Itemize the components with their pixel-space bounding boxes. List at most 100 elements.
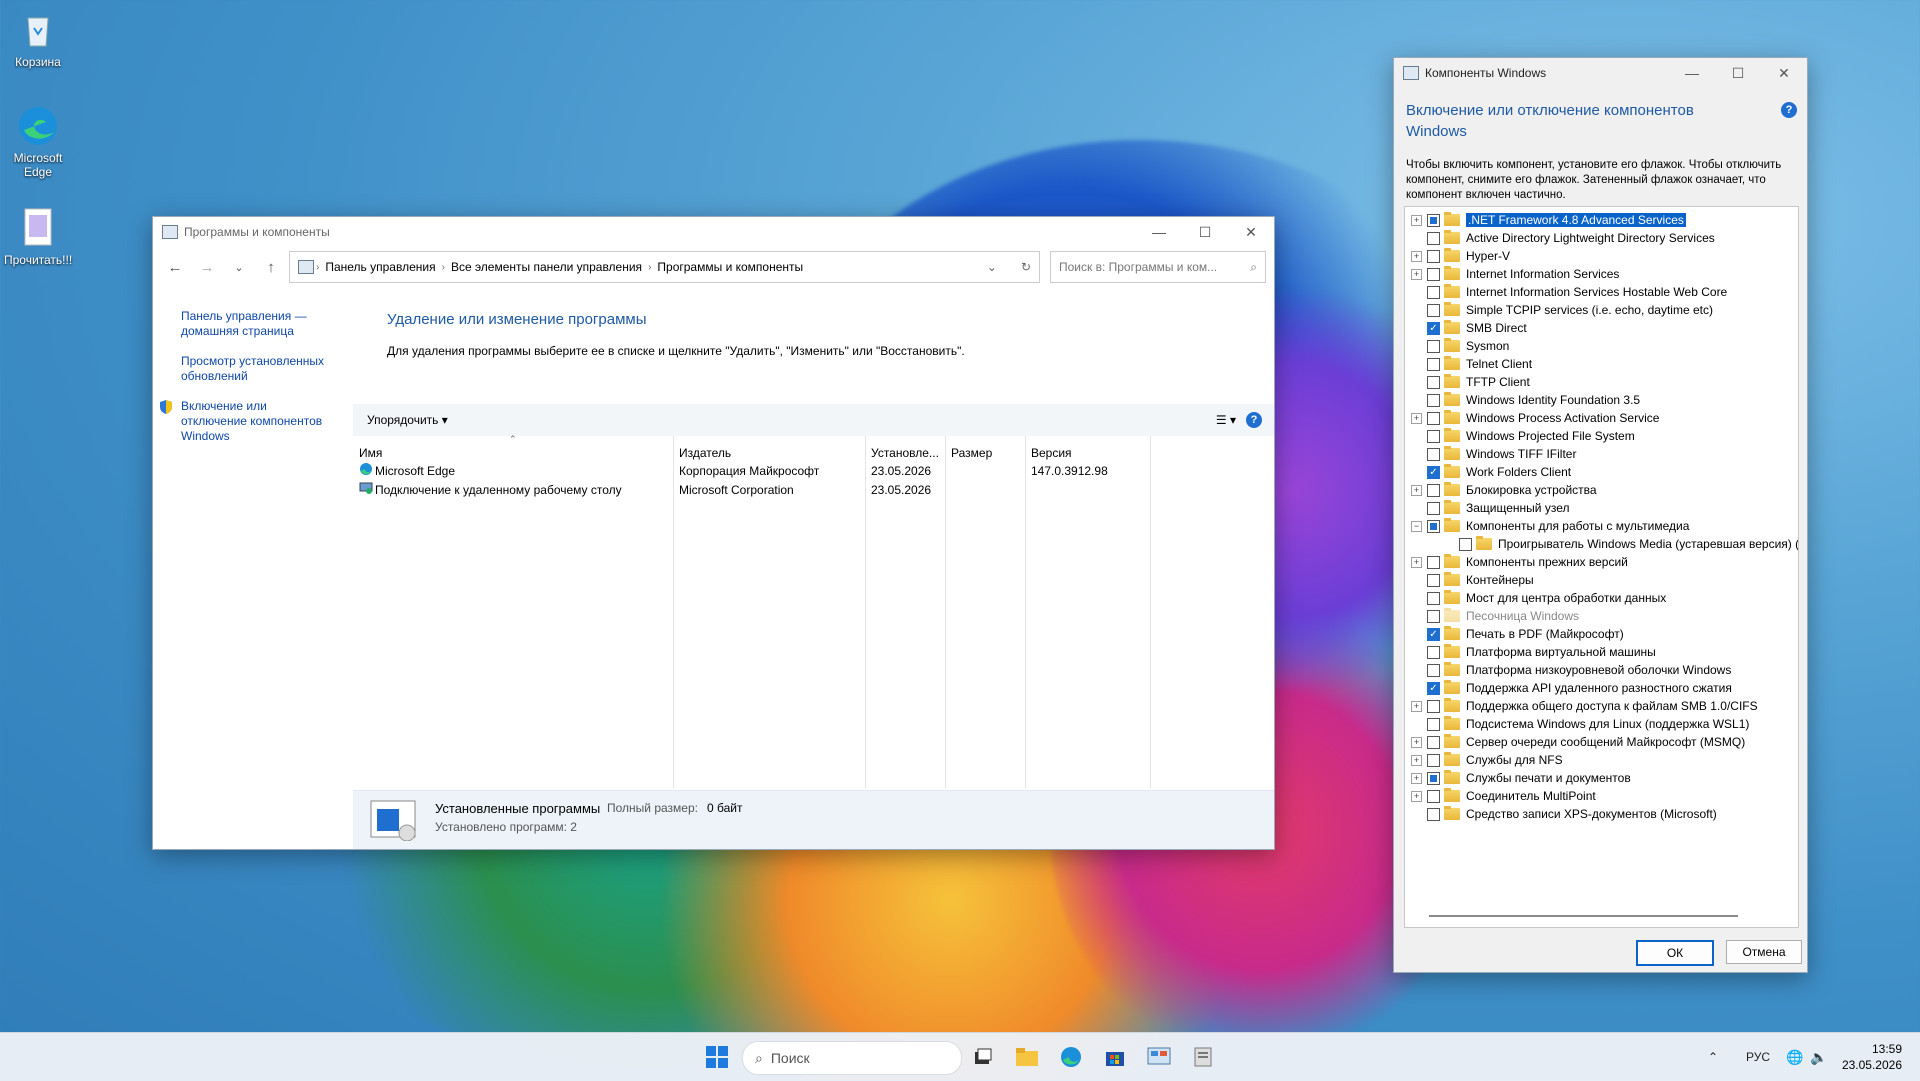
feature-checkbox[interactable]: [1427, 591, 1440, 605]
feature-item[interactable]: + Службы печати и документов: [1411, 769, 1631, 787]
feature-item[interactable]: ✓ Work Folders Client: [1411, 463, 1571, 481]
back-arrow-icon[interactable]: ←: [161, 253, 189, 281]
ok-button[interactable]: ОК: [1636, 940, 1714, 966]
horizontal-scrollbar[interactable]: [1429, 915, 1738, 917]
feature-item[interactable]: + Соединитель MultiPoint: [1411, 787, 1596, 805]
help-icon[interactable]: ?: [1246, 412, 1262, 428]
dialog-titlebar[interactable]: Компоненты Windows — ☐ ✕: [1394, 58, 1807, 88]
feature-checkbox[interactable]: [1427, 807, 1440, 821]
feature-checkbox[interactable]: [1427, 573, 1440, 587]
feature-item[interactable]: + Службы для NFS: [1411, 751, 1563, 769]
task-view-icon[interactable]: [967, 1041, 999, 1073]
expand-icon[interactable]: +: [1411, 250, 1422, 262]
taskbar-search[interactable]: ⌕ Поиск: [742, 1041, 962, 1075]
feature-checkbox[interactable]: [1427, 249, 1440, 263]
feature-item[interactable]: TFTP Client: [1411, 373, 1530, 391]
expand-icon[interactable]: +: [1411, 736, 1422, 748]
address-dropdown-icon[interactable]: ⌄: [987, 260, 997, 274]
feature-item[interactable]: + Internet Information Services: [1411, 265, 1619, 283]
view-options-icon[interactable]: ☰ ▾: [1216, 413, 1236, 427]
table-row[interactable]: Подключение к удаленному рабочему столу …: [359, 480, 1139, 499]
feature-checkbox[interactable]: [1427, 663, 1440, 677]
feature-checkbox[interactable]: [1427, 393, 1440, 407]
feature-checkbox[interactable]: [1427, 447, 1440, 461]
address-bar[interactable]: › Панель управления › Все элементы панел…: [289, 251, 1040, 283]
sidebar-link-windows-features[interactable]: Включение или отключение компонентов Win…: [181, 399, 331, 444]
minimize-button[interactable]: —: [1669, 58, 1715, 88]
feature-item[interactable]: − Компоненты для работы с мультимедиа: [1411, 517, 1689, 535]
feature-item[interactable]: + Поддержка общего доступа к файлам SMB 1…: [1411, 697, 1758, 715]
feature-item[interactable]: Telnet Client: [1411, 355, 1532, 373]
feature-item[interactable]: Контейнеры: [1411, 571, 1534, 589]
feature-checkbox[interactable]: [1427, 555, 1440, 569]
feature-checkbox[interactable]: [1427, 285, 1440, 299]
desktop-icon-readme[interactable]: Прочитать!!!: [4, 206, 72, 267]
organize-button[interactable]: Упорядочить ▾: [367, 413, 448, 427]
feature-item[interactable]: + Hyper-V: [1411, 247, 1510, 265]
feature-item[interactable]: + Блокировка устройства: [1411, 481, 1597, 499]
feature-checkbox[interactable]: [1427, 339, 1440, 353]
feature-checkbox[interactable]: ✓: [1427, 627, 1440, 641]
collapse-icon[interactable]: −: [1411, 520, 1422, 532]
feature-item[interactable]: + Компоненты прежних версий: [1411, 553, 1628, 571]
feature-item[interactable]: Песочница Windows: [1411, 607, 1579, 625]
feature-item[interactable]: Sysmon: [1411, 337, 1509, 355]
start-icon[interactable]: [701, 1041, 733, 1073]
feature-checkbox[interactable]: [1427, 753, 1440, 767]
control-panel-taskbar-icon[interactable]: [1143, 1041, 1175, 1073]
feature-checkbox[interactable]: ✓: [1427, 321, 1440, 335]
column-header-publisher[interactable]: Издатель: [679, 446, 731, 460]
file-explorer-icon[interactable]: [1011, 1041, 1043, 1073]
tray-overflow-icon[interactable]: ⌃: [1708, 1033, 1718, 1081]
feature-item[interactable]: ✓ Печать в PDF (Майкрософт): [1411, 625, 1624, 643]
recent-chevron-icon[interactable]: ⌄: [225, 253, 253, 281]
close-button[interactable]: ✕: [1228, 217, 1274, 247]
feature-item[interactable]: + .NET Framework 4.8 Advanced Services: [1411, 211, 1686, 229]
feature-checkbox[interactable]: [1427, 609, 1440, 623]
expand-icon[interactable]: +: [1411, 790, 1422, 802]
feature-item[interactable]: Active Directory Lightweight Directory S…: [1411, 229, 1715, 247]
up-arrow-icon[interactable]: ↑: [257, 253, 285, 281]
feature-checkbox[interactable]: [1427, 231, 1440, 245]
desktop-icon-edge[interactable]: Microsoft Edge: [4, 104, 72, 179]
expand-icon[interactable]: +: [1411, 214, 1422, 226]
feature-item[interactable]: Платформа виртуальной машины: [1411, 643, 1656, 661]
features-taskbar-icon[interactable]: [1187, 1041, 1219, 1073]
feature-checkbox[interactable]: ✓: [1427, 681, 1440, 695]
column-header-name[interactable]: Имя: [359, 446, 382, 460]
feature-checkbox[interactable]: [1427, 303, 1440, 317]
feature-checkbox[interactable]: [1427, 501, 1440, 515]
close-button[interactable]: ✕: [1761, 58, 1807, 88]
feature-item[interactable]: + Windows Process Activation Service: [1411, 409, 1659, 427]
feature-checkbox[interactable]: [1427, 519, 1440, 533]
edge-icon[interactable]: [1055, 1041, 1087, 1073]
expand-icon[interactable]: +: [1411, 556, 1422, 568]
cancel-button[interactable]: Отмена: [1726, 940, 1802, 964]
feature-checkbox[interactable]: [1427, 735, 1440, 749]
feature-item[interactable]: Проигрыватель Windows Media (устаревшая …: [1443, 535, 1798, 553]
maximize-button[interactable]: ☐: [1715, 58, 1761, 88]
feature-checkbox[interactable]: [1427, 483, 1440, 497]
feature-item[interactable]: Windows Projected File System: [1411, 427, 1635, 445]
feature-item[interactable]: Подсистема Windows для Linux (поддержка …: [1411, 715, 1749, 733]
help-icon[interactable]: ?: [1781, 102, 1797, 118]
feature-item[interactable]: Windows TIFF IFilter: [1411, 445, 1576, 463]
expand-icon[interactable]: +: [1411, 484, 1422, 496]
sidebar-link-home[interactable]: Панель управления — домашняя страница: [181, 309, 331, 339]
search-icon[interactable]: ⌕: [1250, 260, 1257, 275]
volume-icon[interactable]: 🔈: [1810, 1033, 1827, 1081]
desktop-icon-recycle-bin[interactable]: Корзина: [4, 8, 72, 69]
store-icon[interactable]: [1099, 1041, 1131, 1073]
column-header-version[interactable]: Версия: [1031, 446, 1072, 460]
feature-checkbox[interactable]: [1459, 537, 1472, 551]
breadcrumb-item[interactable]: Все элементы панели управления: [451, 260, 642, 274]
feature-checkbox[interactable]: [1427, 717, 1440, 731]
search-input[interactable]: Поиск в: Программы и ком... ⌕: [1050, 251, 1266, 283]
feature-item[interactable]: ✓ SMB Direct: [1411, 319, 1527, 337]
feature-checkbox[interactable]: [1427, 429, 1440, 443]
expand-icon[interactable]: +: [1411, 412, 1422, 424]
window-titlebar[interactable]: Программы и компоненты — ☐ ✕: [153, 217, 1274, 247]
feature-checkbox[interactable]: [1427, 411, 1440, 425]
minimize-button[interactable]: —: [1136, 217, 1182, 247]
feature-item[interactable]: Windows Identity Foundation 3.5: [1411, 391, 1640, 409]
